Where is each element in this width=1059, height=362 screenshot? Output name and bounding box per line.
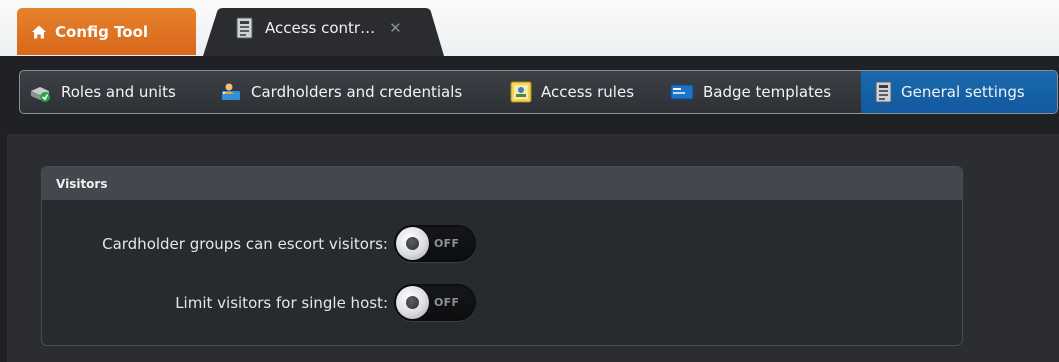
section-roles-and-units-label: Roles and units bbox=[61, 83, 176, 101]
section-general-settings-label: General settings bbox=[901, 83, 1025, 101]
section-badge-templates[interactable]: Badge templates bbox=[662, 71, 860, 113]
tab-strip: Config Tool Access contr… ✕ bbox=[0, 0, 1059, 56]
home-icon bbox=[32, 25, 46, 38]
section-roles-and-units[interactable]: Roles and units bbox=[20, 71, 210, 113]
toggle-state-text: OFF bbox=[434, 296, 460, 309]
escort-visitors-label: Cardholder groups can escort visitors: bbox=[102, 234, 388, 253]
section-cardholders-label: Cardholders and credentials bbox=[251, 83, 463, 101]
setting-row-escort-visitors: Cardholder groups can escort visitors: O… bbox=[102, 225, 476, 262]
tab-config-tool[interactable]: Config Tool bbox=[17, 8, 196, 55]
close-icon[interactable]: ✕ bbox=[389, 19, 402, 37]
tab-config-tool-label: Config Tool bbox=[55, 22, 149, 41]
toggle-knob bbox=[396, 227, 429, 260]
badge-template-icon bbox=[670, 84, 694, 100]
document-icon bbox=[236, 17, 253, 39]
section-bar: Roles and units Cardholders and credenti… bbox=[19, 70, 1058, 114]
tab-access-control-label: Access contr… bbox=[265, 19, 376, 37]
setting-row-limit-visitors: Limit visitors for single host: OFF bbox=[175, 284, 476, 321]
cardholder-icon bbox=[222, 83, 240, 100]
section-general-settings[interactable]: General settings bbox=[861, 71, 1057, 113]
visitors-group-title: Visitors bbox=[42, 167, 962, 200]
section-cardholders-and-credentials[interactable]: Cardholders and credentials bbox=[210, 71, 502, 113]
section-access-rules[interactable]: Access rules bbox=[502, 71, 662, 113]
limit-visitors-toggle[interactable]: OFF bbox=[394, 284, 476, 321]
limit-visitors-label: Limit visitors for single host: bbox=[175, 293, 388, 312]
escort-visitors-toggle[interactable]: OFF bbox=[394, 225, 476, 262]
section-badge-templates-label: Badge templates bbox=[703, 83, 832, 101]
task-toolbar: Roles and units Cardholders and credenti… bbox=[0, 56, 1059, 134]
visitors-group: Visitors Cardholder groups can escort vi… bbox=[41, 166, 963, 346]
main-content: Visitors Cardholder groups can escort vi… bbox=[7, 134, 1059, 362]
section-access-rules-label: Access rules bbox=[541, 83, 635, 101]
tab-access-control[interactable]: Access contr… ✕ bbox=[203, 8, 444, 56]
access-rules-icon bbox=[510, 81, 532, 103]
roles-units-icon bbox=[31, 87, 50, 102]
general-settings-icon bbox=[875, 81, 892, 103]
toggle-state-text: OFF bbox=[434, 237, 460, 250]
toggle-knob bbox=[396, 286, 429, 319]
